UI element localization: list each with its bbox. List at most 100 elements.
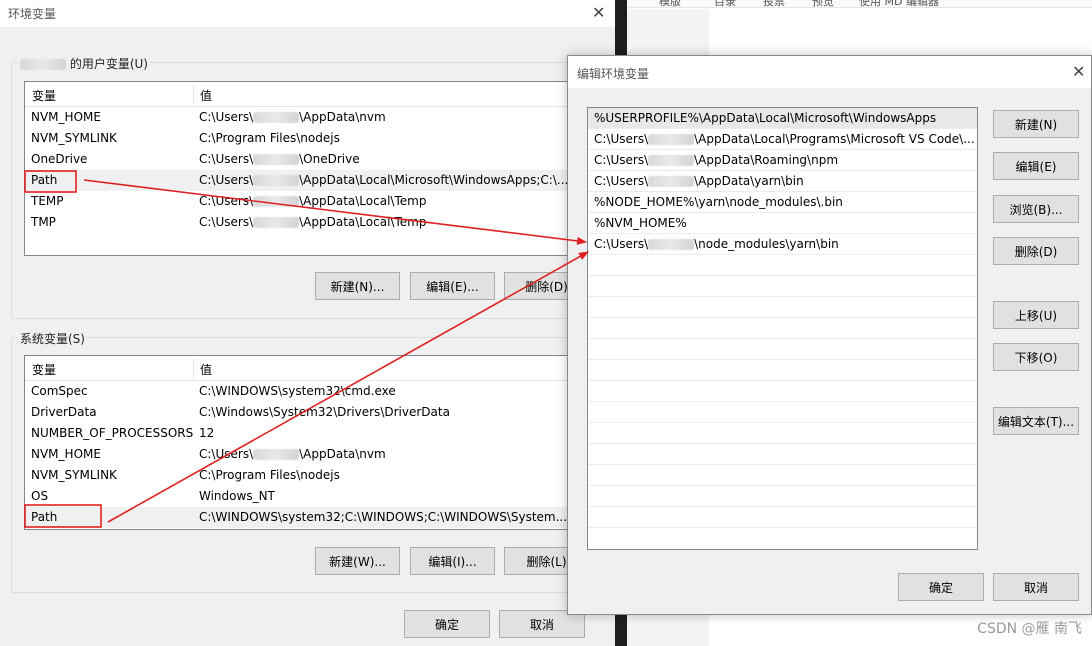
list-item-empty[interactable] <box>588 360 977 381</box>
move-up-button[interactable]: 上移(U) <box>993 301 1079 329</box>
variable-name: OS <box>31 489 49 503</box>
variable-name: NUMBER_OF_PROCESSORS <box>31 426 194 440</box>
table-row[interactable]: OneDrive C:\Users\ \OneDrive <box>25 149 614 170</box>
redacted-username <box>20 59 66 70</box>
variable-value: C:\WINDOWS\system32;C:\WINDOWS;C:\WINDOW… <box>199 510 568 524</box>
system-variables-list[interactable]: 变量 值 ComSpec C:\WINDOWS\system32\cmd.exe… <box>24 355 615 530</box>
list-item-empty[interactable] <box>588 339 977 360</box>
close-icon[interactable]: ✕ <box>592 5 605 21</box>
toolbar-item-preview[interactable]: 预览 <box>812 0 834 9</box>
redacted-username <box>648 155 695 166</box>
variable-name: NVM_SYMLINK <box>31 468 117 482</box>
variable-name: ComSpec <box>31 384 88 398</box>
table-row[interactable]: NUMBER_OF_PROCESSORS 12 <box>25 423 614 444</box>
move-down-button[interactable]: 下移(O) <box>993 343 1079 371</box>
list-item[interactable]: C:\Users\ \AppData\Local\Programs\Microso… <box>588 129 977 150</box>
table-row[interactable]: DriverData C:\Windows\System32\Drivers\D… <box>25 402 614 423</box>
system-variables-label: 系统变量(S) <box>18 330 87 347</box>
variable-value: C:\Users\ \OneDrive <box>199 152 360 166</box>
main-dialog-title: 环境变量 <box>8 7 57 21</box>
edit-text-button[interactable]: 编辑文本(T)... <box>993 407 1079 435</box>
system-edit-button[interactable]: 编辑(I)... <box>410 547 495 575</box>
list-item-empty[interactable] <box>588 276 977 297</box>
variable-name: NVM_SYMLINK <box>31 131 117 145</box>
variable-name: NVM_HOME <box>31 110 101 124</box>
table-row[interactable]: OS Windows_NT <box>25 486 614 507</box>
variable-value: Windows_NT <box>199 489 275 503</box>
table-row[interactable]: TMP C:\Users\ \AppData\Local\Temp <box>25 212 614 233</box>
list-item-empty[interactable] <box>588 381 977 402</box>
user-edit-button[interactable]: 编辑(E)... <box>410 272 495 300</box>
column-header-value[interactable]: 值 <box>200 87 212 104</box>
path-entry: C:\Users\ \AppData\Roaming\npm <box>594 153 839 167</box>
edit-new-button[interactable]: 新建(N) <box>993 110 1079 138</box>
path-entries-list[interactable]: %USERPROFILE%\AppData\Local\Microsoft\Wi… <box>587 107 978 550</box>
user-variables-label: 的用户变量(U) <box>18 55 150 72</box>
edit-dialog-title: 编辑环境变量 <box>577 67 650 81</box>
list-item[interactable]: C:\Users\ \node_modules\yarn\bin <box>588 234 977 255</box>
edit-browse-button[interactable]: 浏览(B)... <box>993 195 1079 223</box>
toolbar-item-template[interactable]: 模版 <box>659 0 681 9</box>
variable-value: C:\Users\ \AppData\Local\Microsoft\Window… <box>199 173 569 187</box>
list-item-empty[interactable] <box>588 297 977 318</box>
list-item[interactable]: %NODE_HOME%\yarn\node_modules\.bin <box>588 192 977 213</box>
edit-cancel-button[interactable]: 取消 <box>993 573 1079 601</box>
table-row-path-selected[interactable]: Path C:\Users\ \AppData\Local\Microsoft\W… <box>25 170 614 191</box>
column-header-variable[interactable]: 变量 <box>32 361 56 378</box>
table-row[interactable]: NVM_SYMLINK C:\Program Files\nodejs <box>25 128 614 149</box>
list-item-empty[interactable] <box>588 507 977 528</box>
list-item-selected[interactable]: %USERPROFILE%\AppData\Local\Microsoft\Wi… <box>588 108 977 129</box>
redacted-username <box>648 239 695 250</box>
edit-environment-variable-dialog: 编辑环境变量 ✕ %USERPROFILE%\AppData\Local\Mic… <box>567 55 1092 615</box>
redacted-username <box>253 196 300 207</box>
variable-name: DriverData <box>31 405 97 419</box>
user-variables-label-text: 的用户变量(U) <box>69 57 148 71</box>
table-row[interactable]: NVM_HOME C:\Users\ \AppData\nvm <box>25 444 614 465</box>
system-new-button[interactable]: 新建(W)... <box>315 547 400 575</box>
list-item[interactable]: %NVM_HOME% <box>588 213 977 234</box>
table-row[interactable]: NVM_SYMLINK C:\Program Files\nodejs <box>25 465 614 486</box>
variable-name: TEMP <box>31 194 64 208</box>
column-header-variable[interactable]: 变量 <box>32 87 56 104</box>
list-item-empty[interactable] <box>588 402 977 423</box>
main-ok-button[interactable]: 确定 <box>404 610 490 638</box>
column-separator[interactable] <box>193 359 194 378</box>
user-variables-list[interactable]: 变量 值 NVM_HOME C:\Users\ \AppData\nvm NVM_… <box>24 81 615 256</box>
edit-ok-button[interactable]: 确定 <box>898 573 984 601</box>
redacted-username <box>648 134 695 145</box>
column-separator[interactable] <box>193 85 194 104</box>
list-item[interactable]: C:\Users\ \AppData\Roaming\npm <box>588 150 977 171</box>
redacted-username <box>648 176 695 187</box>
list-item-empty[interactable] <box>588 444 977 465</box>
column-header-value[interactable]: 值 <box>200 361 212 378</box>
redacted-username <box>253 112 300 123</box>
toolbar-item-md-editor[interactable]: 使用 MD 编辑器 <box>859 0 939 9</box>
user-new-button[interactable]: 新建(N)... <box>315 272 400 300</box>
list-item[interactable]: C:\Users\ \AppData\yarn\bin <box>588 171 977 192</box>
environment-variables-dialog: 环境变量 ✕ 的用户变量(U) 变量 值 NVM_HOME C:\Users\ \… <box>0 0 615 646</box>
variable-value: C:\Users\ \AppData\nvm <box>199 447 386 461</box>
list-item-empty[interactable] <box>588 318 977 339</box>
main-title-bar: 环境变量 ✕ <box>0 0 615 27</box>
edit-edit-button[interactable]: 编辑(E) <box>993 152 1079 180</box>
table-row[interactable]: NVM_HOME C:\Users\ \AppData\nvm <box>25 107 614 128</box>
table-row[interactable]: ComSpec C:\WINDOWS\system32\cmd.exe <box>25 381 614 402</box>
toolbar-item-toc[interactable]: 目录 <box>714 0 736 9</box>
list-item-empty[interactable] <box>588 255 977 276</box>
redacted-username <box>253 217 300 228</box>
edit-delete-button[interactable]: 删除(D) <box>993 237 1079 265</box>
variable-name: OneDrive <box>31 152 88 166</box>
user-list-header: 变量 值 <box>25 82 614 107</box>
list-item-empty[interactable] <box>588 486 977 507</box>
path-entry: C:\Users\ \AppData\Local\Programs\Microso… <box>594 132 975 146</box>
table-row-path-selected[interactable]: Path C:\WINDOWS\system32;C:\WINDOWS;C:\W… <box>25 507 614 528</box>
list-item-empty[interactable] <box>588 465 977 486</box>
edit-title-bar: 编辑环境变量 ✕ <box>568 56 1091 88</box>
variable-value: C:\Program Files\nodejs <box>199 468 340 482</box>
toolbar-item-vote[interactable]: 投票 <box>763 0 785 9</box>
list-item-empty[interactable] <box>588 423 977 444</box>
path-entry: C:\Users\ \node_modules\yarn\bin <box>594 237 839 251</box>
table-row[interactable]: TEMP C:\Users\ \AppData\Local\Temp <box>25 191 614 212</box>
close-icon[interactable]: ✕ <box>1072 64 1085 80</box>
redacted-username <box>253 154 300 165</box>
